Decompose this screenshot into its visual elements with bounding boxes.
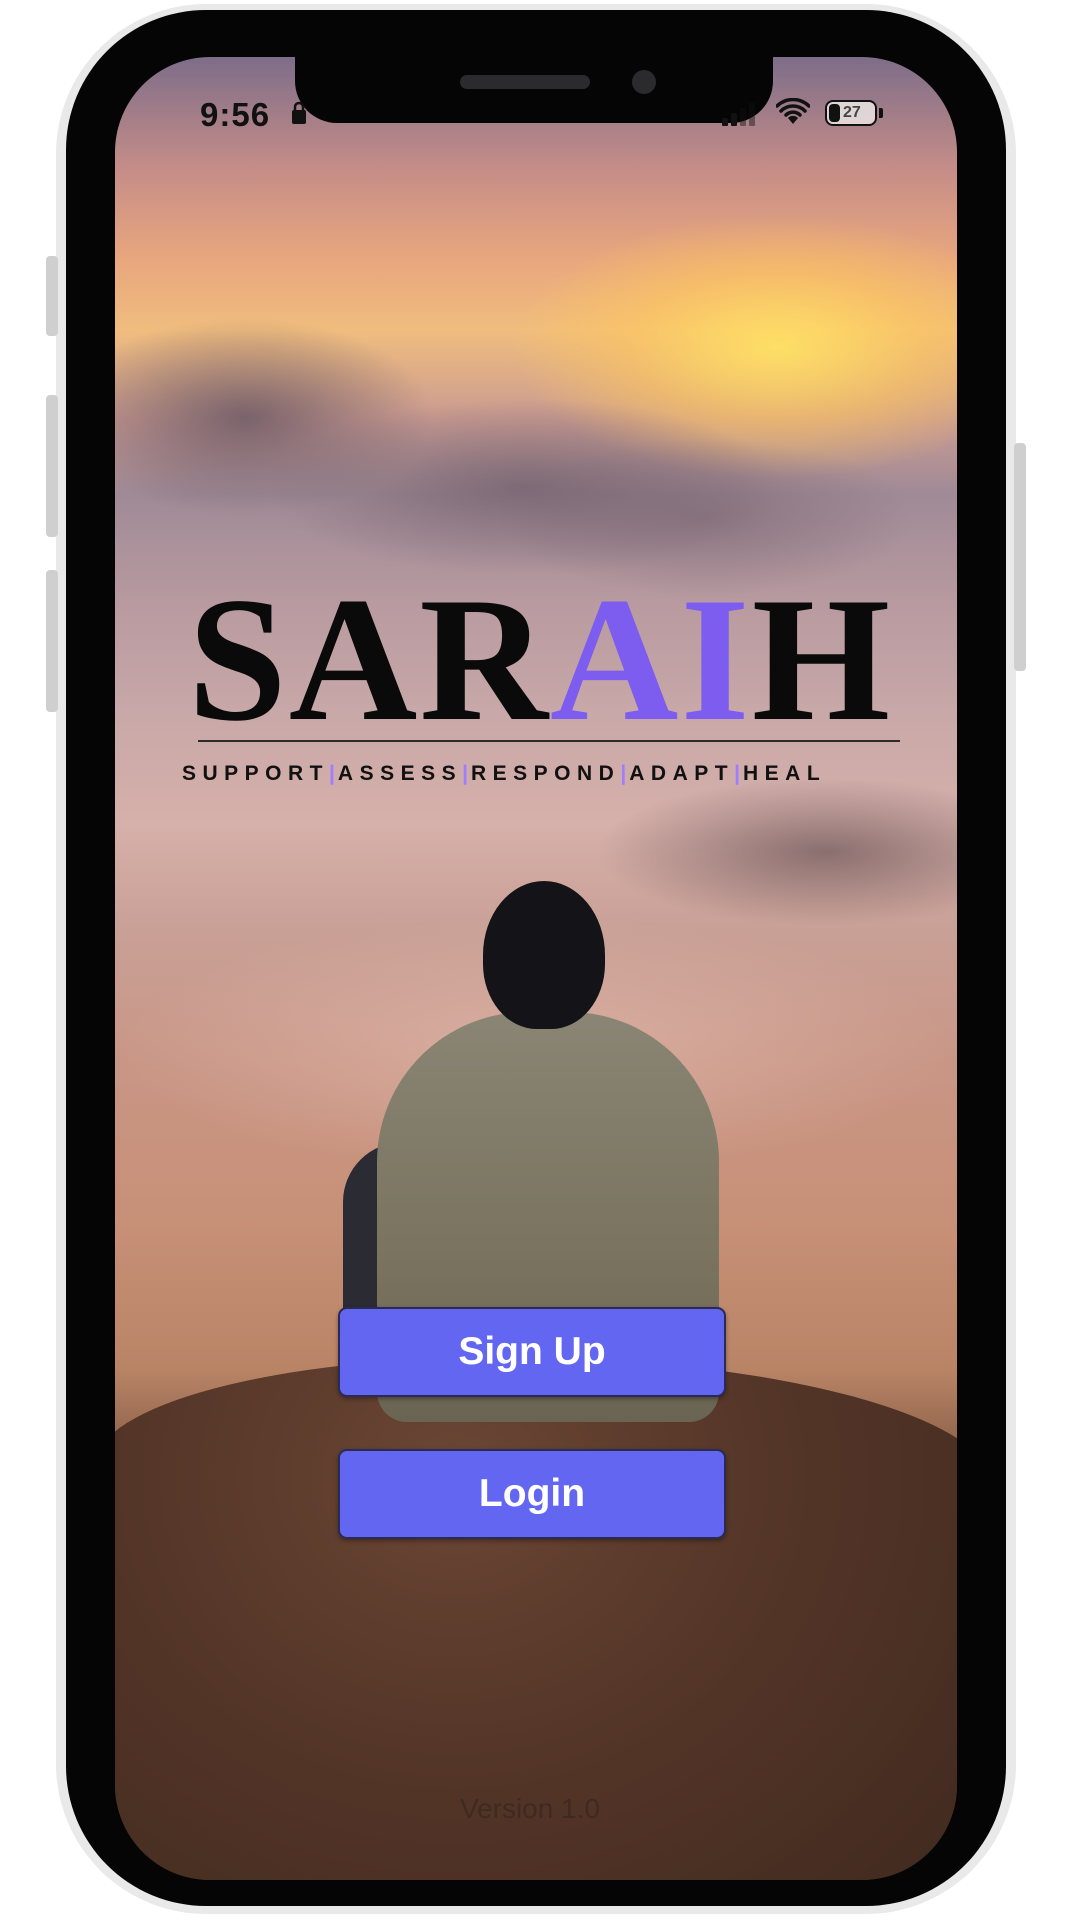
battery-cap — [879, 108, 883, 118]
silent-switch — [46, 256, 58, 336]
tagline-separator: | — [620, 762, 630, 785]
battery-percent: 27 — [843, 104, 861, 121]
volume-up-button — [46, 395, 58, 537]
signal-icon — [722, 103, 755, 126]
tagline-word: ADAPT — [629, 762, 735, 785]
lock-icon — [292, 101, 306, 124]
tagline: SUPPORT|ASSESS|RESPOND|ADAPT|HEAL — [182, 762, 942, 786]
status-time: 9:56 — [200, 96, 271, 133]
app-logo: SARAIH — [180, 570, 900, 748]
wifi-icon — [776, 98, 810, 124]
logo-text-start: SAR — [187, 560, 550, 758]
login-button[interactable]: Login — [338, 1449, 726, 1539]
logo-divider — [198, 740, 900, 742]
volume-down-button — [46, 570, 58, 712]
speaker-grille — [460, 75, 590, 89]
tagline-word: HEAL — [742, 762, 827, 785]
tagline-word: SUPPORT — [182, 762, 330, 785]
tagline-separator: | — [462, 762, 471, 785]
app-screen — [115, 57, 957, 1880]
front-camera — [632, 70, 656, 94]
background-cloud — [595, 777, 957, 927]
tagline-separator: | — [329, 762, 338, 785]
logo-text-accent: AI — [549, 560, 752, 758]
version-label: Version 1.0 — [459, 1793, 601, 1824]
logo-text-end: H — [751, 560, 893, 758]
notch — [295, 57, 773, 123]
sign-up-button[interactable]: Sign Up — [338, 1307, 726, 1397]
tagline-word: RESPOND — [471, 762, 621, 785]
background-person-head — [483, 881, 605, 1029]
battery-level — [829, 104, 840, 122]
tagline-separator: | — [734, 762, 743, 785]
battery-icon: 27 — [825, 100, 877, 126]
tagline-word: ASSESS — [337, 762, 463, 785]
power-button — [1014, 443, 1026, 671]
